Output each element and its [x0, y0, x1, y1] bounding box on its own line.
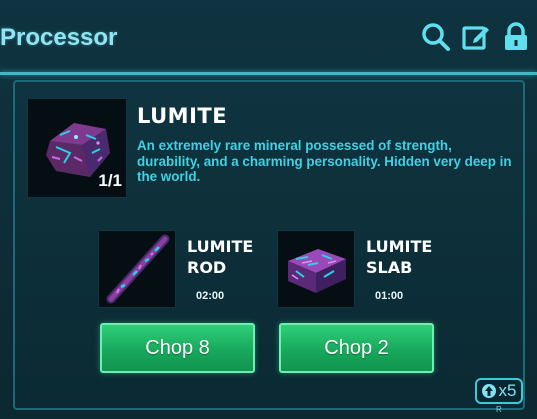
search-icon[interactable]	[421, 22, 451, 52]
recipe-time: 02:00	[196, 290, 225, 302]
chop-rod-button[interactable]: Chop 8	[100, 323, 255, 373]
recipe-name: LUMITE ROD	[187, 237, 254, 277]
edit-icon[interactable]	[461, 22, 491, 52]
chop-slab-button[interactable]: Chop 2	[279, 323, 434, 373]
recipe-thumb	[277, 230, 355, 308]
processor-window: Processor 1/1 LUMITE An extremely rare m…	[0, 0, 537, 419]
multiplier-button[interactable]: x5	[475, 378, 523, 404]
item-name: LUMITE	[137, 104, 228, 128]
multiplier-hotkey: R	[496, 405, 502, 414]
item-slot[interactable]: 1/1	[27, 98, 127, 198]
header: Processor	[0, 0, 537, 74]
header-divider	[0, 72, 537, 75]
lock-icon[interactable]	[501, 22, 531, 52]
item-count: 1/1	[98, 171, 122, 190]
page-title: Processor	[0, 24, 118, 51]
item-description: An extremely rare mineral possessed of s…	[137, 138, 512, 184]
upgrade-arrow-icon	[481, 384, 496, 398]
recipe-name: LUMITE SLAB	[366, 237, 433, 277]
recipe-thumb	[98, 230, 176, 308]
recipe-time: 01:00	[375, 290, 404, 302]
lumite-rod-icon	[106, 234, 170, 304]
header-icons	[421, 22, 531, 52]
lumite-slab-icon	[288, 249, 346, 293]
multiplier-label: x5	[498, 381, 517, 400]
